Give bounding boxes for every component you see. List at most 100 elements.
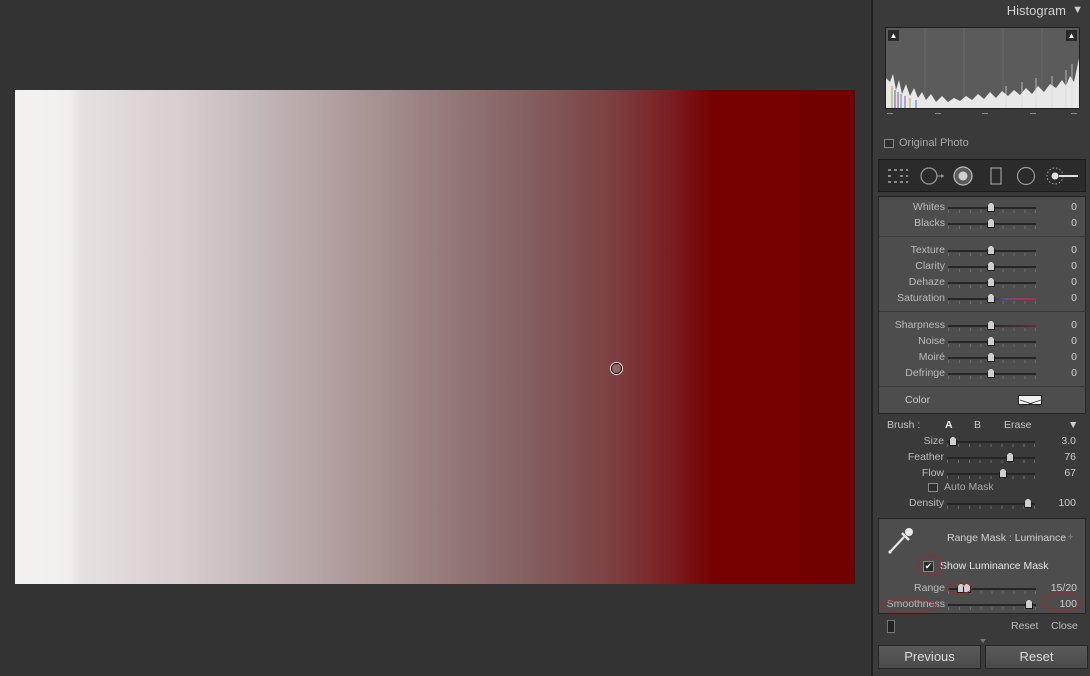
slider-blacks[interactable]: Blacks 0 [879,215,1087,231]
slider-thumb[interactable] [1006,452,1014,462]
slider-size[interactable]: Size 3.0 [878,433,1086,449]
eyedropper-icon[interactable] [887,525,915,555]
slider-ticks [947,460,1035,463]
slider-thumb[interactable] [987,277,995,287]
brush-b-tab[interactable]: B [974,419,981,431]
slider-defringe[interactable]: Defringe 0 [879,365,1087,381]
checkbox-icon[interactable] [884,138,894,148]
slider-thumb[interactable] [987,261,995,271]
color-row: Color [879,391,1087,409]
checkbox-icon[interactable] [928,482,938,492]
slider-dehaze[interactable]: Dehaze 0 [879,274,1087,290]
slider-track[interactable] [948,604,1036,606]
graduated-filter-icon[interactable] [985,166,1007,186]
original-photo-label: Original Photo [899,137,969,149]
brush-a-tab[interactable]: A [945,419,953,431]
slider-clarity[interactable]: Clarity 0 [879,258,1087,274]
slider-value[interactable]: 76 [1064,451,1076,463]
slider-thumb[interactable] [999,468,1007,478]
grid-overlay-icon[interactable] [887,166,909,186]
slider-thumb[interactable] [949,436,957,446]
histogram-readout [887,113,1077,121]
triangle-down-icon[interactable]: ▼ [1072,4,1083,16]
spot-removal-icon[interactable] [952,166,974,186]
triangle-down-icon[interactable]: ▼ [1068,419,1078,431]
slider-label: Sharpness [894,319,945,331]
slider-value[interactable]: 100 [1058,497,1076,509]
slider-moire[interactable]: Moiré 0 [879,349,1087,365]
highlight-ring [1043,593,1083,611]
slider-label: Clarity [915,260,945,272]
slider-value[interactable]: 0 [1071,367,1077,379]
slider-thumb[interactable] [987,352,995,362]
slider-density[interactable]: Density 100 [878,495,1086,511]
slider-noise[interactable]: Noise 0 [879,333,1087,349]
range-mask-select[interactable]: Range Mask : Luminance [947,532,1066,544]
slider-saturation[interactable]: Saturation 0 [879,290,1087,306]
slider-label: Whites [912,201,945,213]
slider-thumb[interactable] [987,336,995,346]
slider-flow[interactable]: Flow 67 [878,465,1086,481]
close-link[interactable]: Close [1051,620,1078,632]
highlight-ring [918,555,944,576]
slider-value[interactable]: 0 [1071,260,1077,272]
slider-ticks [947,506,1035,509]
slider-whites[interactable]: Whites 0 [879,199,1087,215]
image-canvas[interactable] [0,0,871,676]
slider-value[interactable]: 0 [1071,292,1077,304]
range-mask-panel: Range Mask : Luminance ÷ ✔ Show Luminanc… [878,518,1086,614]
slider-value[interactable]: 0 [1071,217,1077,229]
histogram-graph[interactable]: ▲ ▲ [885,27,1080,109]
slider-value[interactable]: 0 [1071,335,1077,347]
slider-texture[interactable]: Texture 0 [879,242,1087,258]
crop-icon[interactable] [919,166,944,186]
slider-value[interactable]: 0 [1071,319,1077,331]
slider-label: Density [908,497,944,509]
original-photo-toggle[interactable]: Original Photo [884,136,969,150]
radial-filter-icon[interactable] [1015,166,1037,186]
slider-track[interactable] [947,441,1035,443]
right-panel: Histogram ▼ ▲ ▲ Original Photo Whites 0 … [871,0,1090,676]
slider-label: Flow [921,467,944,479]
highlight-ring [881,599,937,613]
slider-value[interactable]: 3.0 [1061,435,1076,447]
previous-button[interactable]: Previous [878,645,981,669]
reset-link[interactable]: Reset [1011,620,1038,632]
chevron-updown-icon[interactable]: ÷ [1068,532,1073,542]
slider-thumb[interactable] [987,202,995,212]
slider-value[interactable]: 0 [1071,351,1077,363]
slider-thumb[interactable] [987,293,995,303]
brush-label: Brush : [887,419,921,431]
slider-value[interactable]: 0 [1071,276,1077,288]
reset-button[interactable]: Reset [985,645,1088,669]
slider-sharpness[interactable]: Sharpness 0 [879,317,1087,333]
slider-track[interactable] [947,473,1035,475]
auto-mask-toggle[interactable]: Auto Mask [928,481,994,493]
slider-track[interactable] [947,503,1035,505]
slider-label: Size [923,435,944,447]
divider [879,311,1087,312]
slider-thumb[interactable] [987,320,995,330]
panel-switch-icon[interactable] [887,620,895,633]
shadow-clipping-icon[interactable]: ▲ [888,30,899,41]
adjustment-brush-icon[interactable] [1045,166,1081,186]
histogram-header[interactable]: Histogram ▼ [873,0,1090,22]
slider-value[interactable]: 0 [1071,244,1077,256]
slider-thumb[interactable] [987,368,995,378]
slider-thumb[interactable] [987,245,995,255]
slider-thumb[interactable] [1025,599,1033,609]
lightroom-develop-window: Histogram ▼ ▲ ▲ Original Photo Whites 0 … [0,0,1090,676]
color-label: Color [905,394,931,406]
slider-thumb[interactable] [987,218,995,228]
slider-value[interactable]: 67 [1064,467,1076,479]
panel-footer: Reset Close [878,616,1086,638]
slider-track[interactable] [947,457,1035,459]
highlight-clipping-icon[interactable]: ▲ [1066,30,1077,41]
slider-thumb[interactable] [1024,498,1032,508]
brush-erase-tab[interactable]: Erase [1004,419,1031,431]
slider-value[interactable]: 0 [1071,201,1077,213]
slider-feather[interactable]: Feather 76 [878,449,1086,465]
photo-luminance-mask-preview[interactable] [15,90,855,584]
slider-label: Range [914,582,945,594]
color-swatch[interactable] [1018,395,1042,408]
